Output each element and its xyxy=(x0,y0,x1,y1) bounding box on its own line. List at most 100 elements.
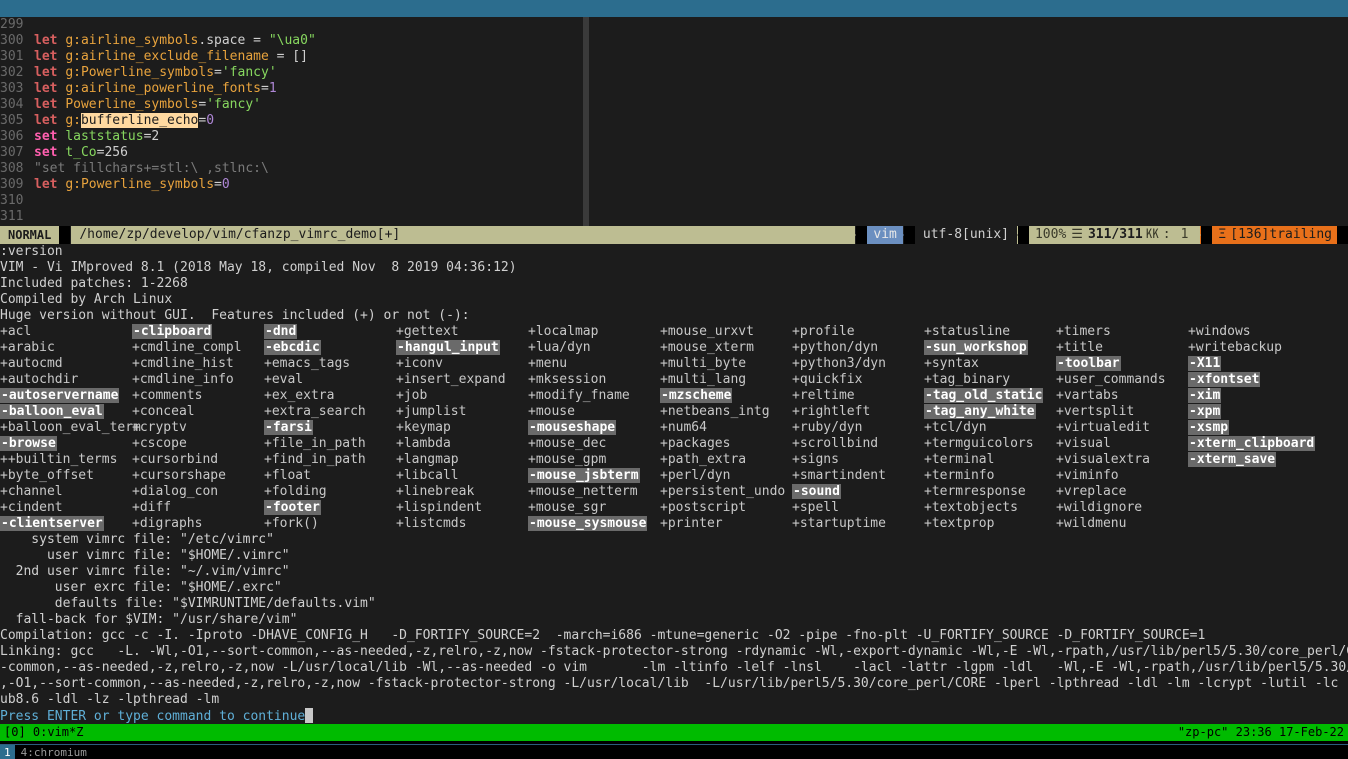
workspace-number[interactable]: 1 xyxy=(0,745,15,759)
feature-disabled: -dnd xyxy=(264,324,298,339)
workspace-title[interactable]: 4:chromium xyxy=(15,745,93,759)
feature-cell: +cmdline_hist xyxy=(132,356,234,371)
editor-line[interactable]: 301 let g:airline_exclude_filename = [] xyxy=(0,49,1348,65)
editor-line[interactable]: 299 xyxy=(0,17,1348,33)
code-token: 'fancy' xyxy=(206,97,261,112)
feature-cell: +listcmds xyxy=(396,516,467,531)
feature-grid: +acl -clipboard -dnd +gettext +localmap +mous… xyxy=(0,324,1348,532)
feature-disabled: -mzscheme xyxy=(660,388,733,403)
feature-cell: +modify_fname xyxy=(528,388,630,403)
feature-cell: +startuptime xyxy=(792,516,886,531)
feature-cell: +num64 xyxy=(660,420,707,435)
feature-cell: +cmdline_info xyxy=(132,372,234,387)
feature-cell: -dnd xyxy=(264,324,396,340)
system-status-bar[interactable]: 1 4:chromium W:( 70% at 00) 192.168.0.11… xyxy=(0,744,1348,759)
feature-cell: +python/dyn xyxy=(792,340,879,355)
workspace-list[interactable]: 1 4:chromium xyxy=(0,745,93,759)
statusline-end-icon xyxy=(1337,226,1348,244)
system-indicators: W:( 70% at 00) 192.168.0.113|E:down|T:37… xyxy=(496,745,1348,759)
feature-cell: +cindent xyxy=(0,500,63,515)
feature-cell: -xsmp xyxy=(1188,420,1230,436)
vim-buffer[interactable]: 299 300 let g:airline_symbols.space = "\ua… xyxy=(0,17,1348,226)
editor-line[interactable]: 309 let g:Powerline_symbols=0 xyxy=(0,177,1348,193)
code-token: = xyxy=(245,33,269,48)
code-token: laststatus xyxy=(65,129,144,144)
editor-line[interactable]: 304 let Powerline_symbols='fancy' xyxy=(0,97,1348,113)
feature-cell: +tag_binary xyxy=(924,372,1011,387)
feature-row: +autochdir +cmdline_info +eval +insert_expa… xyxy=(0,372,1348,388)
feature-cell: +textobjects xyxy=(924,500,1018,515)
feature-row: -clientserver +digraphs +fork() +listcmds -m… xyxy=(0,516,1348,532)
line-number-icon: ㏍ xyxy=(1145,227,1159,242)
feature-cell: -mouse_jsbterm xyxy=(528,468,660,484)
feature-cell: +textprop xyxy=(924,516,995,531)
feature-row: +arabic +cmdline_compl -ebcdic -hangul_inpu… xyxy=(0,340,1348,356)
feature-cell: +cursorbind xyxy=(132,452,219,467)
feature-cell: +diff xyxy=(132,500,172,515)
line-number: 300 xyxy=(0,33,24,48)
feature-disabled: -clipboard xyxy=(132,324,213,339)
code-token: = xyxy=(260,81,269,96)
feature-cell: +comments xyxy=(132,388,203,403)
editor-line[interactable]: 311 xyxy=(0,209,1348,225)
feature-cell: +netbeans_intg xyxy=(660,404,770,419)
tmux-status-bar[interactable]: [0] 0:vim*Z "zp-pc" 23:36 17-Feb-22 xyxy=(0,724,1348,741)
command-echo: :version xyxy=(0,244,63,259)
editor-line-list: 299 300 let g:airline_symbols.space = "\ua… xyxy=(0,17,1348,225)
statusline-encoding: utf-8[unix] xyxy=(914,226,1017,244)
feature-cell: +scrollbind xyxy=(792,436,879,451)
line-number: 304 xyxy=(0,97,24,112)
feature-cell: -ebcdic xyxy=(264,340,396,356)
editor-line[interactable]: 310 xyxy=(0,193,1348,209)
feature-cell: -xfontset xyxy=(1188,372,1261,388)
mode-separator-icon xyxy=(59,226,72,244)
editor-line[interactable]: 303 let g:airline_powerline_fonts=1 xyxy=(0,81,1348,97)
feature-cell: +postscript xyxy=(660,500,747,515)
code-token: let xyxy=(34,65,66,80)
tmux-window-list[interactable]: [0] 0:vim*Z xyxy=(4,724,83,741)
code-token: [] xyxy=(292,49,308,64)
editor-line[interactable]: 306 set laststatus=2 xyxy=(0,129,1348,145)
code-token: set xyxy=(34,145,66,160)
right-separator-3-icon xyxy=(1016,226,1029,244)
feature-row: +cindent +diff -footer +lispindent +mouse_sg… xyxy=(0,500,1348,516)
feature-cell: -xim xyxy=(1188,388,1222,404)
feature-cell: +termguicolors xyxy=(924,436,1034,451)
code-token: set xyxy=(34,129,66,144)
feature-cell: -xterm_save xyxy=(1188,452,1277,468)
code-token: Powerline_symbols xyxy=(65,97,199,112)
feature-disabled: -hangul_input xyxy=(396,340,500,355)
right-separator-1-icon xyxy=(855,226,868,244)
feature-cell: +job xyxy=(396,388,428,403)
feature-cell: +float xyxy=(264,468,311,483)
feature-cell: +autocmd xyxy=(0,356,63,371)
build-info-line: -common,--as-needed,-z,relro,-z,now -L/u… xyxy=(0,660,1348,675)
lines-icon: ☰ xyxy=(1071,227,1083,242)
feature-cell: -mouse_sysmouse xyxy=(528,516,660,532)
editor-line[interactable]: 305 let g:bufferline_echo=0 xyxy=(0,113,1348,129)
window-titlebar: Terminal - tmux xyxy=(0,0,1348,32)
editor-line[interactable]: 302 let g:Powerline_symbols='fancy' xyxy=(0,65,1348,81)
feature-cell: +mouse_dec xyxy=(528,436,607,451)
feature-cell: ++builtin_terms xyxy=(0,452,118,467)
feature-cell: -sound xyxy=(792,484,924,500)
code-token: = xyxy=(268,49,293,64)
code-token: let xyxy=(34,113,66,128)
code-token: let xyxy=(34,49,66,64)
feature-disabled: -footer xyxy=(264,500,321,515)
continue-prompt: Press ENTER or type command to continue xyxy=(0,708,1348,724)
code-token: g:airline_powerline_fonts xyxy=(65,81,261,96)
feature-cell: +mouse_urxvt xyxy=(660,324,754,339)
feature-cell: +cscope xyxy=(132,436,187,451)
editor-line[interactable]: 300 let g:airline_symbols.space = "\ua0" xyxy=(0,33,1348,49)
feature-disabled: -browse xyxy=(0,436,57,451)
vim-version-output: :version VIM - Vi IMproved 8.1 (2018 May… xyxy=(0,244,1348,724)
feature-cell: +iconv xyxy=(396,356,443,371)
feature-cell: +ex_extra xyxy=(264,388,335,403)
feature-cell: +wildmenu xyxy=(1056,516,1127,531)
feature-cell: +autochdir xyxy=(0,372,79,387)
editor-line[interactable]: 308 "set fillchars+=stl:\ ,stlnc:\ xyxy=(0,161,1348,177)
code-token: bufferline_echo xyxy=(80,113,199,128)
code-token: 0 xyxy=(206,113,215,128)
editor-line[interactable]: 307 set t_Co=256 xyxy=(0,145,1348,161)
